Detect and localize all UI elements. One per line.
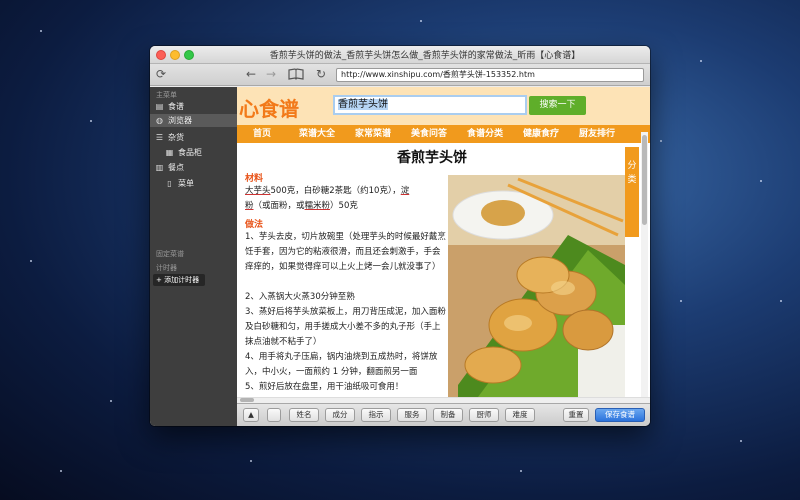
sidebar-timer-header: 计时器 [156, 264, 177, 272]
nav-health[interactable]: 健康食疗 [523, 125, 559, 143]
site-logo[interactable]: 心食谱 [239, 93, 299, 122]
book-icon[interactable] [288, 68, 304, 83]
capture-chef-button[interactable]: 厨师 [469, 408, 499, 422]
sidebar: 主菜单 ▤ 食谱 ◍ 浏览器 ☰ 杂货 ▦ 食品柜 ▥ 餐点 ▯ 菜单 固定菜谱… [150, 87, 237, 426]
nav-recipes-all[interactable]: 菜谱大全 [299, 125, 335, 143]
forward-arrow-icon[interactable]: → [266, 67, 276, 81]
checkbox-toggle[interactable] [267, 408, 281, 422]
recipe-step: 4、用手将丸子压扁，锅内油烧到五成热时，将饼放入，中小火，一面煎约 1 分钟，翻… [245, 352, 438, 377]
sidebar-fixed-header: 固定菜谱 [156, 250, 184, 258]
nav-home-cooking[interactable]: 家常菜谱 [355, 125, 391, 143]
site-search-button[interactable]: 搜索一下 [529, 96, 586, 115]
site-nav: 首页 菜谱大全 家常菜谱 美食问答 食谱分类 健康食疗 厨友排行 [237, 125, 650, 143]
zoom-button[interactable] [184, 50, 194, 60]
calendar-icon: ▥ [155, 163, 164, 172]
capture-directions-button[interactable]: 指示 [361, 408, 391, 422]
window-title: 香煎芋头饼的做法_香煎芋头饼怎么做_香煎芋头饼的家常做法_昕雨【心食谱】 [269, 51, 581, 61]
nav-food-qa[interactable]: 美食问答 [411, 125, 447, 143]
sidebar-item-menu[interactable]: ▯ 菜单 [150, 177, 237, 190]
sidebar-item-pantry[interactable]: ▦ 食品柜 [150, 146, 237, 159]
method-heading: 做法 [245, 220, 264, 230]
nav-ranking[interactable]: 厨友排行 [579, 125, 615, 143]
capture-difficulty-button[interactable]: 难度 [505, 408, 535, 422]
web-content: 心食谱 香煎芋头饼 搜索一下 首页 菜谱大全 家常菜谱 美食问答 食谱分类 健康… [237, 87, 650, 403]
app-window: 香煎芋头饼的做法_香煎芋头饼怎么做_香煎芋头饼的家常做法_昕雨【心食谱】 ⟳ ←… [150, 46, 650, 426]
recipe-step: 5、煎好后放在盘里，用干油纸吸可食用！ [245, 382, 404, 392]
pantry-icon: ▦ [165, 148, 174, 157]
title-bar: 香煎芋头饼的做法_香煎芋头饼怎么做_香煎芋头饼的家常做法_昕雨【心食谱】 [150, 46, 650, 64]
close-button[interactable] [156, 50, 166, 60]
ingredients-heading: 材料 [245, 174, 264, 184]
menu-doc-icon: ▯ [167, 179, 172, 188]
nav-categories[interactable]: 食谱分类 [467, 125, 503, 143]
recipe-photo [448, 175, 625, 397]
browser-toolbar: ⟳ ← → ↻ http://www.xinshipu.com/香煎芋头饼-15… [150, 64, 650, 86]
recipe-step: 2、入蒸锅大火蒸30分钟至熟 [245, 292, 355, 302]
recipe-step: 1、芋头去皮，切片放碗里（处理芋头的时候最好戴烹饪手套，因为它的粘液很滑，而且还… [245, 232, 446, 272]
minimize-button[interactable] [170, 50, 180, 60]
site-search-input[interactable]: 香煎芋头饼 [333, 95, 527, 115]
reload-icon[interactable]: ↻ [316, 67, 326, 81]
sidebar-item-groceries[interactable]: ☰ 杂货 [150, 131, 237, 144]
ingredients-text: 大芋头500克，白砂糖2茶匙（约10克），淀 粉（或面粉，或糯米粉）50克 [245, 186, 410, 211]
nav-home[interactable]: 首页 [253, 125, 271, 143]
capture-prep-button[interactable]: 制备 [433, 408, 463, 422]
groceries-icon: ☰ [155, 133, 164, 142]
recipe-step: 3、蒸好后将芋头放菜板上，用刀背压成泥，加入面粉及白砂糖和匀，用手搓成大小差不多… [245, 307, 446, 347]
ingredient-link[interactable]: 淀 [401, 186, 410, 196]
horizontal-scrollbar-thumb[interactable] [240, 398, 254, 402]
sidebar-item-recipes[interactable]: ▤ 食谱 [150, 100, 237, 113]
ingredient-link[interactable]: 糯米粉 [305, 201, 331, 211]
collapse-up-button[interactable]: ▲ [243, 408, 259, 422]
capture-servings-button[interactable]: 服务 [397, 408, 427, 422]
back-arrow-icon[interactable]: ← [246, 67, 256, 81]
sidebar-item-browser[interactable]: ◍ 浏览器 [150, 114, 237, 127]
recipe-capture-bar: ▲ 姓名 成分 指示 服务 制备 厨师 难度 重置 保存食谱 [237, 403, 650, 426]
ingredient-link[interactable]: 大芋头 [245, 186, 271, 196]
capture-ingredients-button[interactable]: 成分 [325, 408, 355, 422]
browser-globe-icon: ◍ [156, 116, 163, 125]
save-recipe-button[interactable]: 保存食谱 [595, 408, 645, 422]
url-field[interactable]: http://www.xinshipu.com/香煎芋头饼-153352.htm [336, 68, 644, 82]
side-category-tab[interactable]: 分类 [625, 147, 639, 237]
recipe-title: 香煎芋头饼 [397, 150, 467, 166]
ingredient-link[interactable]: 粉 [245, 201, 254, 211]
vertical-scrollbar-thumb[interactable] [642, 135, 647, 225]
sync-icon[interactable]: ⟳ [156, 67, 166, 81]
sidebar-item-meals[interactable]: ▥ 餐点 [150, 161, 237, 174]
site-header: 心食谱 香煎芋头饼 搜索一下 [237, 87, 650, 125]
reset-button[interactable]: 重置 [563, 408, 589, 422]
sidebar-main-header: 主菜单 [156, 91, 177, 99]
recipes-icon: ▤ [155, 102, 164, 111]
add-timer-button[interactable]: + 添加计时器 [153, 274, 205, 286]
capture-name-button[interactable]: 姓名 [289, 408, 319, 422]
